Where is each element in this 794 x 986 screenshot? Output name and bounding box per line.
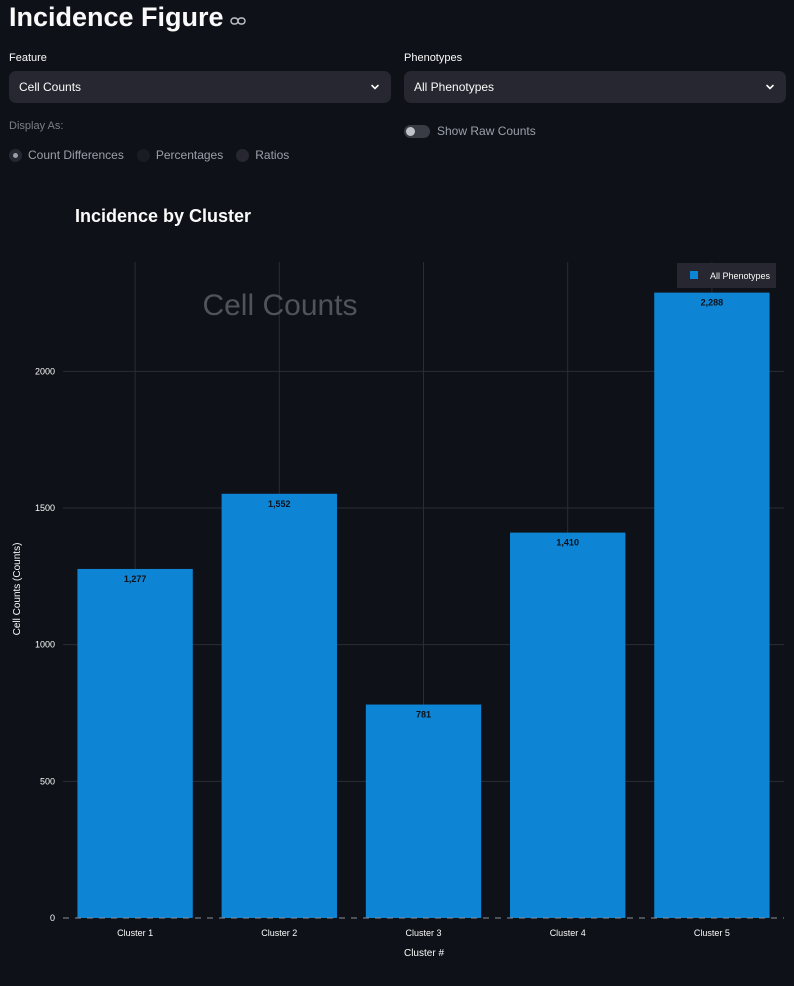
y-tick-label: 2000: [35, 366, 55, 376]
radio-count-differences[interactable]: Count Differences: [9, 148, 124, 162]
chart-annotation: Cell Counts: [202, 289, 357, 322]
x-tick-label: Cluster 5: [694, 928, 730, 938]
x-tick-label: Cluster 2: [261, 928, 297, 938]
radio-unselected-icon: [236, 148, 250, 162]
radio-label: Count Differences: [28, 148, 124, 162]
feature-select[interactable]: Cell Counts: [9, 71, 391, 103]
feature-label: Feature: [9, 52, 47, 64]
chart-legend[interactable]: All Phenotypes: [677, 263, 776, 288]
radio-percentages[interactable]: Percentages: [136, 148, 224, 162]
x-tick-label: Cluster 3: [405, 928, 441, 938]
chevron-down-icon: [766, 84, 774, 90]
page-title-text: Incidence Figure: [9, 2, 224, 32]
x-axis-label: Cluster #: [404, 948, 444, 959]
radio-selected-icon: [9, 148, 22, 162]
bar-value-label: 1,277: [124, 574, 147, 584]
bar[interactable]: [365, 704, 482, 918]
radio-label: Ratios: [255, 148, 290, 162]
incidence-bar-chart: Incidence by Cluster Cell Counts 1,277 1,…: [12, 206, 784, 959]
feature-select-value: Cell Counts: [19, 80, 82, 94]
show-raw-counts-toggle-row[interactable]: Show Raw Counts: [404, 124, 536, 138]
link-icon[interactable]: [229, 16, 246, 26]
y-axis-label: Cell Counts (Counts): [12, 543, 23, 636]
bar[interactable]: [654, 292, 770, 918]
phenotypes-select-value: All Phenotypes: [414, 80, 495, 94]
radio-label: Percentages: [155, 148, 224, 162]
display-as-label: Display As:: [9, 120, 64, 132]
radio-unselected-icon: [136, 148, 150, 162]
phenotypes-label: Phenotypes: [404, 52, 463, 64]
y-tick-label: 1000: [35, 640, 55, 650]
bar-value-label: 2,288: [701, 298, 724, 308]
x-tick-label: Cluster 1: [117, 928, 153, 938]
bar-value-label: 1,410: [556, 538, 579, 548]
x-tick-label: Cluster 4: [550, 928, 586, 938]
radio-ratios[interactable]: Ratios: [236, 148, 289, 162]
y-tick-label: 0: [50, 913, 55, 923]
bar[interactable]: [77, 568, 193, 918]
y-tick-label: 1500: [35, 503, 55, 513]
bar-value-label: 1,552: [268, 499, 291, 509]
toggle-switch[interactable]: [404, 124, 430, 138]
bar[interactable]: [221, 493, 337, 918]
y-tick-label: 500: [40, 776, 55, 786]
chart-title: Incidence by Cluster: [75, 206, 251, 226]
page-title: Incidence Figure: [9, 2, 246, 33]
legend-label: All Phenotypes: [710, 271, 771, 281]
phenotypes-select[interactable]: All Phenotypes: [404, 71, 786, 103]
chevron-down-icon: [371, 84, 379, 90]
bar[interactable]: [510, 532, 626, 918]
toggle-label: Show Raw Counts: [437, 124, 536, 138]
display-as-radio-group: Count Differences Percentages Ratios: [9, 148, 289, 162]
bar-value-label: 781: [416, 710, 431, 720]
legend-swatch: [690, 271, 698, 279]
